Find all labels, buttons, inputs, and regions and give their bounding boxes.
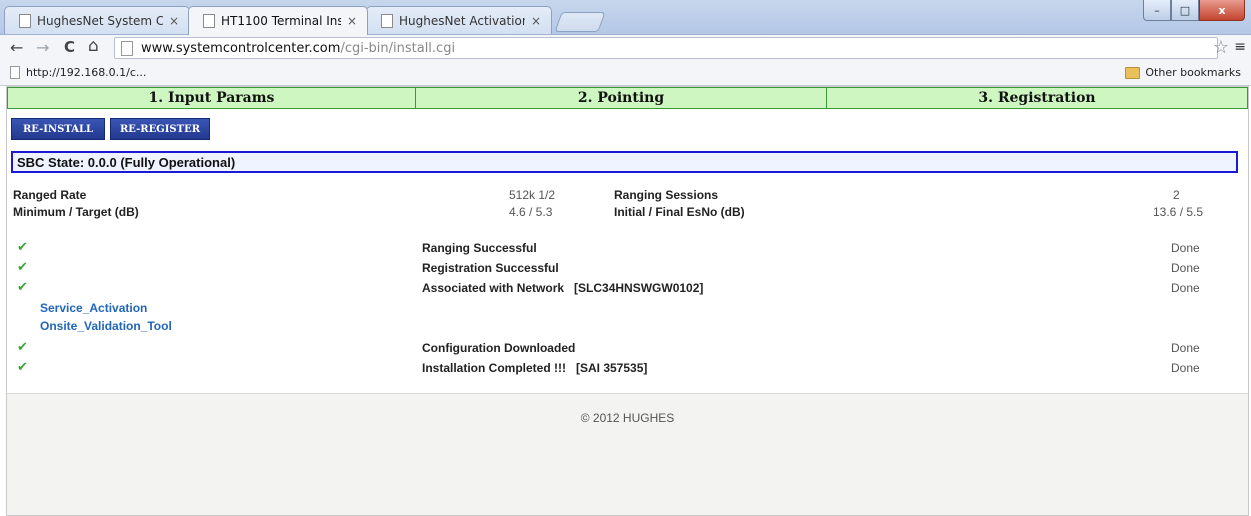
tab-ht1100-terminal-installation[interactable]: HT1100 Terminal Installati × <box>188 6 368 35</box>
tab-hughesnet-system-control[interactable]: HughesNet System Contr × <box>4 6 190 34</box>
step-input-params[interactable]: 1. Input Params <box>7 87 416 109</box>
address-bar[interactable]: www.systemcontrolcenter.com/cgi-bin/inst… <box>114 37 1218 59</box>
folder-icon <box>1125 66 1141 79</box>
step-registration[interactable]: 3. Registration <box>827 87 1248 109</box>
tab-title: HughesNet Activation <box>399 13 525 28</box>
install-panel: 1. Input Params 2. Pointing 3. Registrat… <box>7 87 1248 394</box>
page-icon <box>121 40 133 56</box>
url-host: www.systemcontrolcenter.com <box>141 40 341 56</box>
window-controls: – □ x <box>1143 0 1245 21</box>
tab-title: HT1100 Terminal Installati <box>221 14 341 28</box>
min-target-label: Minimum / Target (dB) <box>13 205 139 219</box>
min-target-value: 4.6 / 5.3 <box>509 205 553 219</box>
check-icon: ✔ <box>17 340 28 355</box>
page-icon <box>19 13 31 28</box>
ranged-rate-value: 512k 1/2 <box>509 188 556 202</box>
sbc-state-banner: SBC State: 0.0.0 (Fully Operational) <box>11 151 1238 173</box>
tab-title: HughesNet System Contr <box>37 13 163 28</box>
status-ranging-value: Done <box>1171 241 1200 255</box>
status-network-label: Associated with Network [SLC34HNSWGW0102… <box>422 281 704 295</box>
status-configuration-value: Done <box>1171 341 1200 355</box>
step-pointing[interactable]: 2. Pointing <box>416 87 827 109</box>
close-window-button[interactable]: x <box>1199 0 1245 21</box>
url-path: /cgi-bin/install.cgi <box>340 40 456 56</box>
step-bar: 1. Input Params 2. Pointing 3. Registrat… <box>7 87 1248 111</box>
close-icon[interactable]: × <box>169 14 179 28</box>
close-icon[interactable]: × <box>347 14 357 28</box>
menu-icon[interactable]: ≡ <box>1234 39 1246 55</box>
new-tab-button[interactable] <box>554 12 606 32</box>
bookmark-star-icon[interactable]: ☆ <box>1213 37 1229 58</box>
check-icon: ✔ <box>17 240 28 255</box>
page-icon <box>203 14 215 28</box>
esno-label: Initial / Final EsNo (dB) <box>614 205 745 219</box>
bookmarks-bar: http://192.168.0.1/c... Other bookmarks <box>0 61 1251 86</box>
tab-strip: HughesNet System Contr × HT1100 Terminal… <box>0 0 1251 35</box>
onsite-validation-tool-link[interactable]: Onsite_Validation_Tool <box>40 319 172 333</box>
bookmark-item[interactable]: http://192.168.0.1/c... <box>10 66 146 79</box>
other-bookmarks[interactable]: Other bookmarks <box>1125 66 1241 79</box>
service-activation-link[interactable]: Service_Activation <box>40 301 147 315</box>
status-network-value: Done <box>1171 281 1200 295</box>
page-viewport: 1. Input Params 2. Pointing 3. Registrat… <box>6 86 1249 516</box>
back-arrow-icon[interactable]: ← <box>10 38 23 57</box>
ranged-rate-label: Ranged Rate <box>13 188 87 202</box>
ranging-sessions-value: 2 <box>1173 188 1180 202</box>
check-icon: ✔ <box>17 280 28 295</box>
other-bookmarks-label: Other bookmarks <box>1145 66 1241 79</box>
status-ranging-label: Ranging Successful <box>422 241 537 255</box>
maximize-button[interactable]: □ <box>1171 0 1199 21</box>
browser-toolbar: ← → C ⌂ www.systemcontrolcenter.com/cgi-… <box>0 35 1251 61</box>
close-icon[interactable]: × <box>531 14 541 28</box>
forward-arrow-icon[interactable]: → <box>36 38 49 57</box>
minimize-button[interactable]: – <box>1143 0 1171 21</box>
tab-hughesnet-activation[interactable]: HughesNet Activation × <box>366 6 552 34</box>
status-configuration-label: Configuration Downloaded <box>422 341 576 355</box>
home-icon[interactable]: ⌂ <box>88 36 99 56</box>
copyright-footer: © 2012 HUGHES <box>580 411 675 425</box>
reregister-button[interactable]: RE-REGISTER <box>110 118 210 140</box>
status-installation-label: Installation Completed !!! [SAI 357535] <box>422 361 648 375</box>
page-icon <box>10 66 20 79</box>
check-icon: ✔ <box>17 360 28 375</box>
status-registration-value: Done <box>1171 261 1200 275</box>
reload-icon[interactable]: C <box>64 38 75 56</box>
status-registration-label: Registration Successful <box>422 261 559 275</box>
reinstall-button[interactable]: RE-INSTALL <box>11 118 105 140</box>
check-icon: ✔ <box>17 260 28 275</box>
bookmark-label: http://192.168.0.1/c... <box>26 66 147 79</box>
status-installation-value: Done <box>1171 361 1200 375</box>
esno-value: 13.6 / 5.5 <box>1153 205 1204 219</box>
page-icon <box>381 13 393 28</box>
ranging-sessions-label: Ranging Sessions <box>614 188 719 202</box>
